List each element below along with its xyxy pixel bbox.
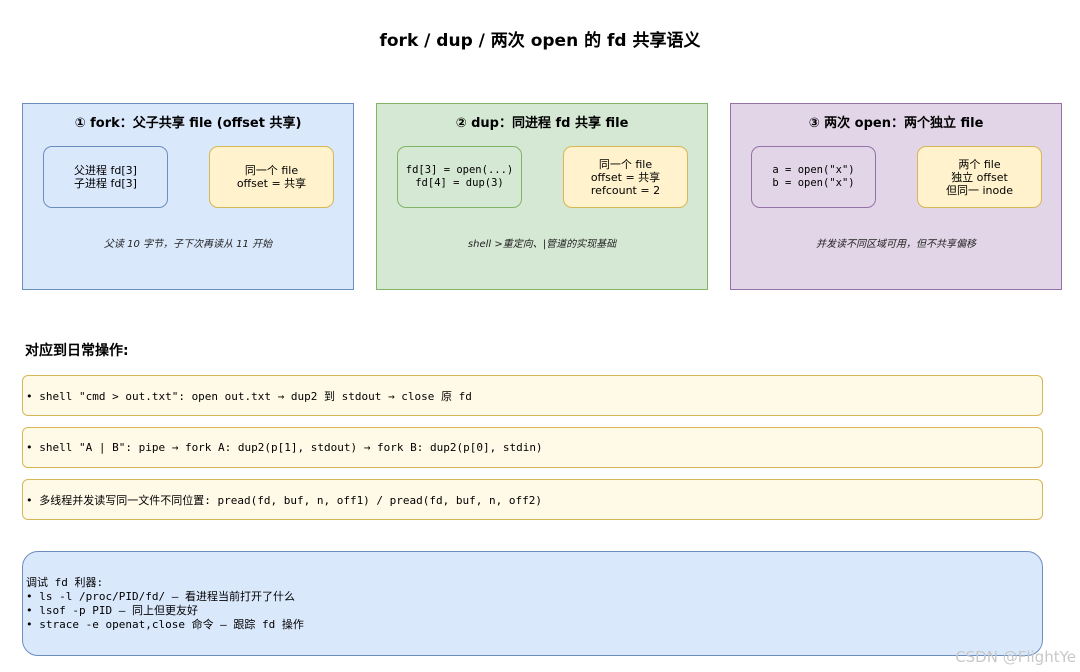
dup-fd-box: fd[3] = open(...) fd[4] = dup(3) — [397, 146, 522, 208]
debug-line: • strace -e openat,close 命令 — 跟踪 fd 操作 — [26, 618, 304, 631]
box-line: 两个 file — [958, 157, 1001, 171]
open-twice-file-box: 两个 file 独立 offset 但同一 inode — [917, 146, 1042, 208]
open-twice-fd-box: a = open("x") b = open("x") — [751, 146, 876, 208]
debug-line: 调试 fd 利器: — [26, 576, 104, 589]
dup-note: shell >重定向、|管道的实现基础 — [467, 239, 617, 250]
open-twice-note: 并发读不同区域可用，但不共享偏移 — [816, 239, 976, 250]
section-heading: 对应到日常操作: — [25, 343, 129, 359]
box-line: fd[4] = dup(3) — [415, 177, 504, 189]
box-line: 父进程 fd[3] — [74, 164, 137, 177]
diagram-title: fork / dup / 两次 open 的 fd 共享语义 — [379, 31, 701, 51]
dup-panel: ② dup：同进程 fd 共享 file fd[3] = open(...) f… — [376, 103, 708, 290]
dup-file-box: 同一个 file offset = 共享 refcount = 2 — [563, 146, 688, 208]
operation-item-pread: • 多线程并发读写同一文件不同位置: pread(fd, buf, n, off… — [22, 479, 1043, 520]
debug-line: • ls -l /proc/PID/fd/ — 看进程当前打开了什么 — [26, 590, 295, 603]
box-line: 同一个 file — [244, 164, 299, 177]
box-line: refcount = 2 — [590, 183, 661, 197]
operation-item-pipe: • shell "A | B": pipe → fork A: dup2(p[1… — [22, 427, 1043, 468]
box-line: 子进程 fd[3] — [74, 177, 137, 190]
box-line: 但同一 inode — [945, 183, 1013, 197]
box-line: fd[3] = open(...) — [405, 164, 514, 176]
fork-note: 父读 10 字节，子下次再读从 11 开始 — [103, 239, 273, 250]
debug-line: • lsof -p PID — 同上但更友好 — [26, 604, 198, 617]
box-line: offset = 共享 — [590, 170, 661, 184]
box-line: offset = 共享 — [236, 177, 307, 190]
dup-panel-title: ② dup：同进程 fd 共享 file — [455, 116, 629, 131]
box-line: b = open("x") — [772, 177, 855, 189]
box-line: a = open("x") — [772, 164, 855, 176]
box-line: 独立 offset — [951, 170, 1008, 184]
fork-file-box: 同一个 file offset = 共享 — [209, 146, 334, 208]
operation-item-redirect: • shell "cmd > out.txt": open out.txt → … — [22, 375, 1043, 416]
open-twice-panel-title: ③ 两次 open：两个独立 file — [808, 116, 984, 131]
watermark: CSDN @FlightYe — [955, 648, 1076, 666]
fork-panel-title: ① fork：父子共享 file (offset 共享) — [74, 116, 302, 131]
box-line: 同一个 file — [598, 157, 653, 171]
fork-process-box: 父进程 fd[3] 子进程 fd[3] — [43, 146, 168, 208]
open-twice-panel: ③ 两次 open：两个独立 file a = open("x") b = op… — [730, 103, 1062, 290]
debug-tips-box: 调试 fd 利器: • ls -l /proc/PID/fd/ — 看进程当前打… — [22, 551, 1043, 656]
fork-panel: ① fork：父子共享 file (offset 共享) 父进程 fd[3] 子… — [22, 103, 354, 290]
